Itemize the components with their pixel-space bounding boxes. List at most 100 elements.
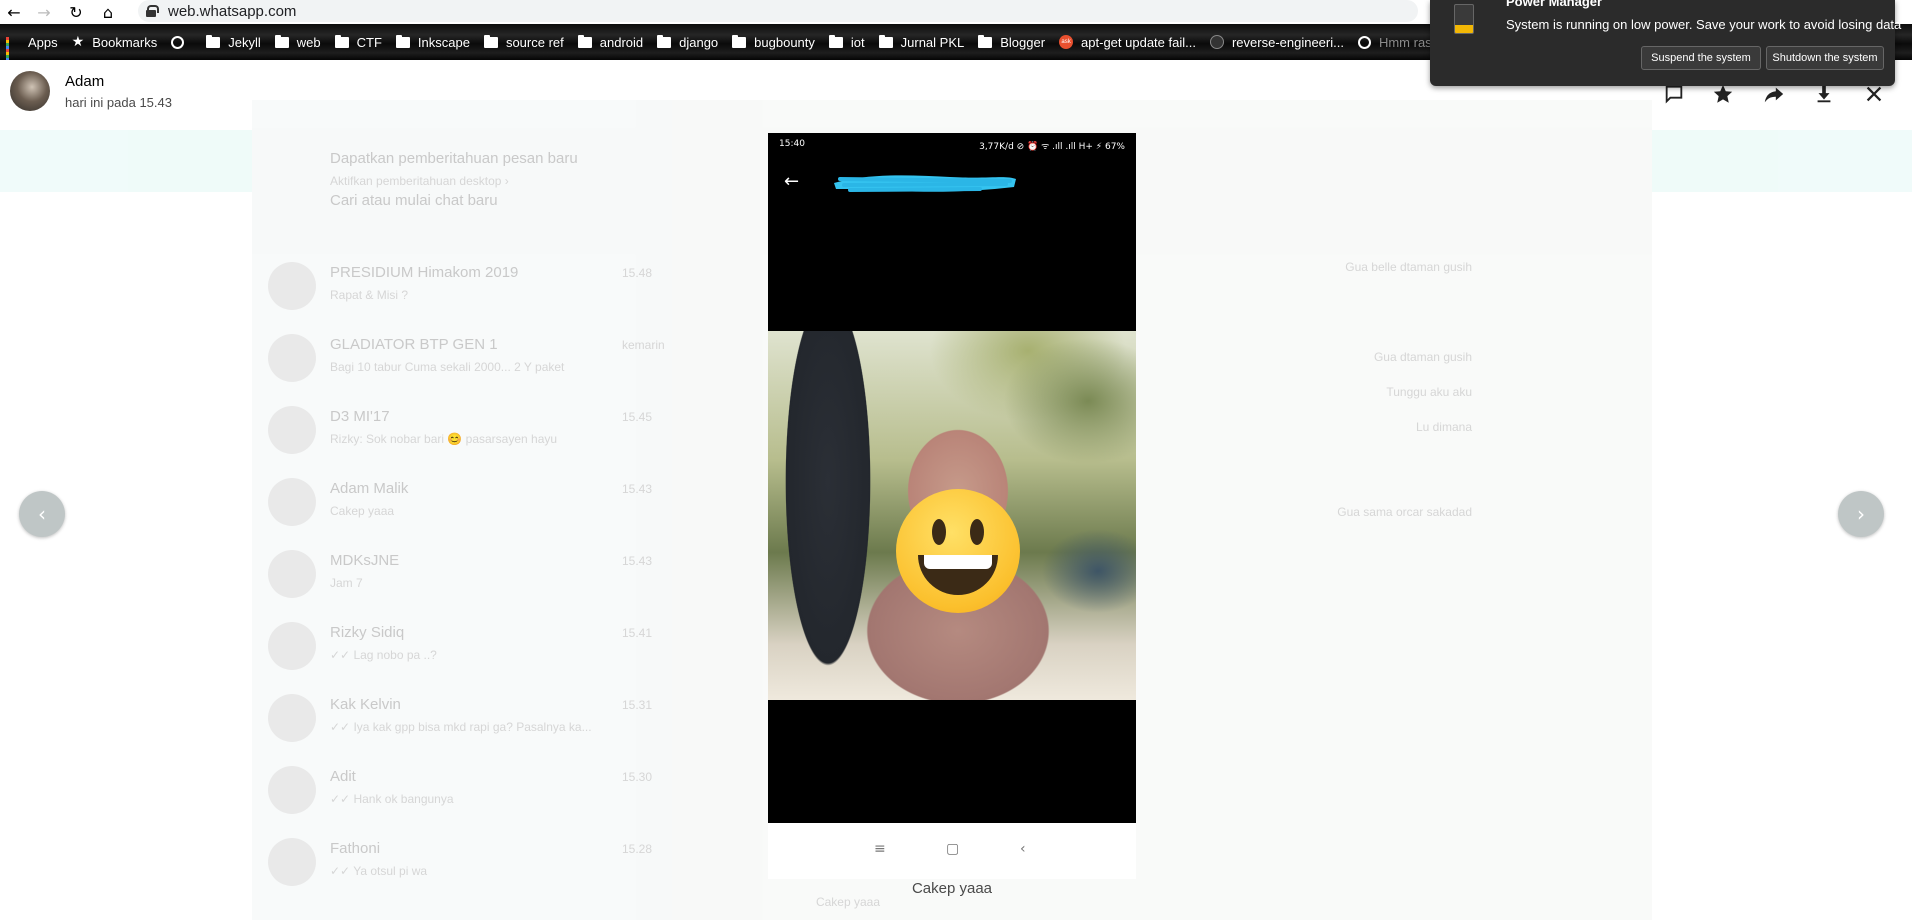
background-chat-avatar xyxy=(268,550,316,598)
bookmark-item[interactable]: iot xyxy=(828,24,865,60)
background-chat-name: D3 MI'17 xyxy=(330,408,390,425)
background-chat-preview: Rizky: Sok nobar bari 😊 pasarsayen hayu xyxy=(330,432,558,446)
folder-icon xyxy=(878,34,893,48)
sent-timestamp: hari ini pada 15.43 xyxy=(65,95,172,110)
background-chat-time: 15.43 xyxy=(622,554,653,568)
chevron-right-icon: › xyxy=(1857,502,1865,526)
background-chat-preview: Cakep yaaa xyxy=(330,504,395,518)
notification-title: Power Manager xyxy=(1506,0,1603,9)
background-chat-preview: Rapat & Misi ? xyxy=(330,288,409,302)
background-chat-name: Kak Kelvin xyxy=(330,696,401,713)
phone-status-bar: 15:40 3,77K/d ⊘ ⏰ ᯤ .ıll .ıll H+ ⚡ 67% xyxy=(768,133,1136,155)
bookmark-label: source ref xyxy=(505,34,564,50)
background-chat-name: Dapatkan pemberitahuan pesan baru xyxy=(330,150,578,167)
next-media-button[interactable]: › xyxy=(1838,491,1884,537)
background-chat-name: GLADIATOR BTP GEN 1 xyxy=(330,336,498,353)
lock-icon xyxy=(146,5,159,17)
github-icon xyxy=(1209,35,1224,49)
phone-back-arrow-icon: ← xyxy=(784,171,800,192)
back-icon[interactable]: ← xyxy=(4,2,24,22)
bookmark-label: Inkscape xyxy=(417,34,470,50)
bookmark-item[interactable] xyxy=(171,24,192,60)
folder-icon xyxy=(577,34,592,48)
background-chat-preview: ✓✓ Iya kak gpp bisa mkd rapi ga? Pasalny… xyxy=(330,720,592,734)
folder-icon xyxy=(978,34,993,48)
background-chat-name: Fathoni xyxy=(330,840,381,857)
background-chat-avatar xyxy=(268,334,316,382)
forward-icon[interactable]: → xyxy=(34,2,54,22)
bookmark-item[interactable]: bugbounty xyxy=(732,24,815,60)
background-chat-avatar xyxy=(268,766,316,814)
bookmark-item[interactable]: android xyxy=(577,24,644,60)
media-image: 15:40 3,77K/d ⊘ ⏰ ᯤ .ıll .ıll H+ ⚡ 67% ←… xyxy=(768,133,1136,879)
background-chat-time: 15.48 xyxy=(622,266,653,280)
background-chat-avatar xyxy=(268,262,316,310)
bookmark-label: iot xyxy=(850,34,865,50)
globe-icon xyxy=(1357,35,1371,49)
redaction-scribble xyxy=(834,175,1016,192)
background-chat-name: Cari atau mulai chat baru xyxy=(330,192,498,209)
bookmark-item[interactable]: web xyxy=(274,24,321,60)
folder-icon xyxy=(657,34,672,48)
background-chat-avatar xyxy=(268,622,316,670)
folder-icon xyxy=(334,34,349,48)
notification-body: System is running on low power. Save you… xyxy=(1506,17,1902,32)
bookmark-label: Jekyll xyxy=(228,34,261,50)
folder-icon xyxy=(483,34,498,48)
bookmark-label: android xyxy=(599,34,644,50)
background-chat-name: PRESIDIUM Himakom 2019 xyxy=(330,264,519,281)
bookmark-item[interactable]: django xyxy=(657,24,718,60)
power-manager-notification: Power Manager System is running on low p… xyxy=(1430,0,1901,86)
bookmark-item[interactable]: Jekyll xyxy=(206,24,261,60)
background-message: Gua dtaman gusih xyxy=(1373,350,1472,364)
background-chat-avatar xyxy=(268,478,316,526)
background-message: Lu dimana xyxy=(1415,420,1472,434)
reload-icon[interactable]: ↻ xyxy=(66,2,86,22)
bookmark-item[interactable]: Jurnal PKL xyxy=(878,24,965,60)
suspend-button[interactable]: Suspend the system xyxy=(1641,46,1761,70)
photo xyxy=(768,331,1136,700)
bookmark-label: Bookmarks xyxy=(92,34,158,50)
bookmark-item[interactable]: Apps xyxy=(6,24,58,60)
media-viewer: Dapatkan pemberitahuan pesan baru Aktifka… xyxy=(0,60,1912,920)
sender-name: Adam xyxy=(65,73,105,90)
battery-low-icon xyxy=(1454,4,1474,34)
bookmark-label: Jurnal PKL xyxy=(900,34,965,50)
background-chat-time: 15.41 xyxy=(622,626,653,640)
bookmark-item[interactable]: reverse-engineeri... xyxy=(1209,24,1344,60)
background-chat-preview: ✓✓ Ya otsul pi wa xyxy=(330,864,428,878)
bookmark-item[interactable]: source ref xyxy=(483,24,564,60)
bookmark-label: django xyxy=(679,34,719,50)
bookmark-item[interactable]: Inkscape xyxy=(395,24,470,60)
background-chat-preview: Aktifkan pemberitahuan desktop › xyxy=(330,174,509,188)
background-chat-time: 15.43 xyxy=(622,482,653,496)
bookmark-label: CTF xyxy=(356,34,382,50)
background-chat-time: 15.30 xyxy=(622,770,653,784)
smiley-emoji-icon xyxy=(896,489,1020,613)
address-bar[interactable]: web.whatsapp.com xyxy=(138,0,1418,22)
background-chat-avatar xyxy=(268,406,316,454)
folder-icon xyxy=(206,34,221,48)
bookmark-item[interactable]: ask apt-get update fail... xyxy=(1059,24,1196,60)
background-chat-time: 15.31 xyxy=(622,698,653,712)
shutdown-button[interactable]: Shutdown the system xyxy=(1766,46,1884,70)
background-chat-name: Rizky Sidiq xyxy=(330,624,405,641)
background-message: Gua belle dtaman gusih xyxy=(1345,260,1472,274)
folder-icon xyxy=(395,34,410,48)
home-icon[interactable]: ⌂ xyxy=(98,2,118,22)
url-text: web.whatsapp.com xyxy=(168,2,297,20)
star-icon: ★ xyxy=(71,34,85,50)
bookmark-item[interactable]: CTF xyxy=(334,24,382,60)
previous-media-button[interactable]: ‹ xyxy=(19,491,65,537)
menu-icon: ≡ xyxy=(874,841,886,857)
avatar[interactable] xyxy=(10,71,50,111)
apps-grid-icon xyxy=(6,36,20,60)
bookmark-label: Apps xyxy=(28,34,58,50)
bookmark-item[interactable]: ★ Bookmarks xyxy=(72,24,158,60)
phone-status-icons: 3,77K/d ⊘ ⏰ ᯤ .ıll .ıll H+ ⚡ 67% xyxy=(979,142,1125,152)
home-square-icon: ▢ xyxy=(946,841,960,857)
bookmark-item[interactable]: Blogger xyxy=(978,24,1045,60)
background-chat-avatar xyxy=(268,694,316,742)
bookmark-label: web xyxy=(296,34,321,50)
background-chat-name: MDKsJNE xyxy=(330,552,400,569)
